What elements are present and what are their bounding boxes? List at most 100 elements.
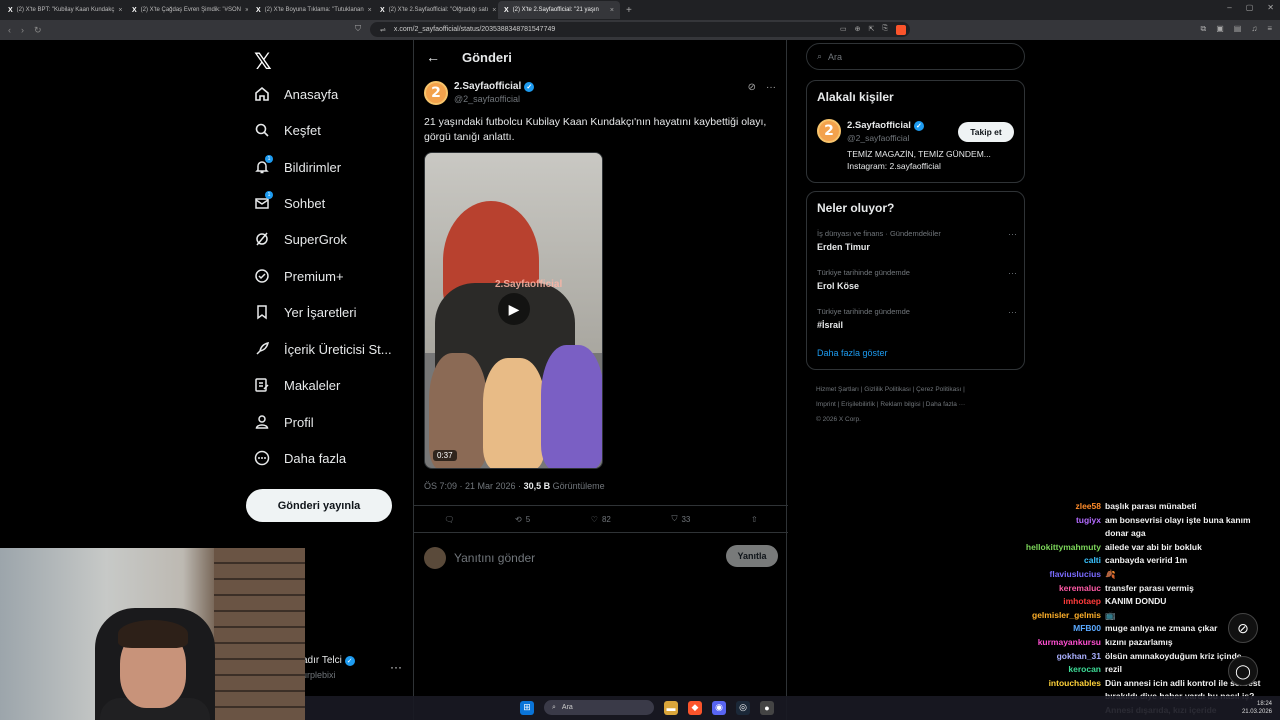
chat-username[interactable]: imhotaep [930, 595, 1105, 609]
person-name[interactable]: 2.Sayfaofficial ✓ [847, 120, 924, 131]
chat-username[interactable]: kurmayankursu [930, 636, 1105, 650]
play-icon[interactable]: ▶ [498, 293, 530, 325]
reply-button[interactable]: Yanıtla [726, 545, 778, 567]
post-video[interactable]: 2.Sayfaofficial ▶ 0:37 [424, 152, 603, 469]
chat-username[interactable]: zlee58 [930, 500, 1105, 514]
messages-fab-icon[interactable]: ◯ [1228, 656, 1258, 686]
forward-nav-icon[interactable]: › [21, 25, 24, 36]
browser-tab-active[interactable]: X (2) X'te 2.Sayfaofficial: "21 yaşın × [498, 1, 620, 19]
bookmark-action[interactable]: ⛉ 33 [671, 514, 690, 524]
sidebar-icon[interactable]: ▣ [1216, 24, 1224, 34]
site-info-icon[interactable]: ⇌ [380, 26, 386, 34]
chat-username[interactable]: kerocan [930, 663, 1105, 677]
nav-item-supergrok[interactable]: SuperGrok [254, 231, 347, 247]
show-more-link[interactable]: Daha fazla göster [817, 348, 888, 358]
close-tab-icon[interactable]: × [492, 7, 496, 14]
browser-tab[interactable]: X (2) X'te Çağdaş Evren Şimdik: "#SON × [126, 1, 248, 19]
post-button[interactable]: Gönderi yayınla [246, 489, 392, 522]
chat-username[interactable]: gelmisler_gelmis [930, 609, 1105, 623]
browser-tab[interactable]: X (2) X'te Boyuna Tıklama: "Tutuklanan × [250, 1, 372, 19]
chat-message: keremaluc transfer parası vermiş [930, 582, 1280, 596]
person-avatar[interactable]: 2 [817, 119, 841, 143]
nav-item-premium[interactable]: Premium+ [254, 268, 344, 284]
close-window-icon[interactable]: ✕ [1267, 3, 1274, 12]
maximize-icon[interactable]: ▢ [1246, 3, 1254, 12]
chat-username[interactable]: calti [930, 554, 1105, 568]
brave-shields-icon[interactable] [896, 25, 906, 35]
taskbar-search[interactable]: ⌕ Ara [544, 700, 654, 715]
more-options-icon[interactable]: ··· [766, 82, 776, 93]
discord-icon[interactable]: ◉ [712, 700, 726, 715]
trend-more-icon[interactable]: ··· [1008, 307, 1017, 317]
nav-item-articles[interactable]: Makaleler [254, 377, 340, 393]
x-logo-icon[interactable]: 𝕏 [254, 50, 272, 75]
chat-username[interactable]: gokhan_31 [930, 650, 1105, 664]
nav-item-explore[interactable]: Keşfet [254, 122, 321, 138]
chat-username[interactable]: hellokittymahmuty [930, 541, 1105, 555]
trend-more-icon[interactable]: ··· [1008, 268, 1017, 278]
chat-username[interactable]: keremaluc [930, 582, 1105, 596]
chat-username[interactable] [930, 527, 1105, 541]
share-icon[interactable]: ⇱ [869, 25, 875, 35]
new-tab-button[interactable]: + [626, 5, 632, 16]
author-avatar[interactable]: 2 [424, 81, 448, 105]
author-handle[interactable]: @2_sayfaofficial [454, 94, 520, 104]
close-tab-icon[interactable]: × [245, 7, 248, 14]
search-input[interactable]: ⌕ Ara [806, 43, 1025, 70]
chat-username[interactable]: tugiyx [930, 514, 1105, 528]
trend-item[interactable]: Türkiye tarihinde gündemde Erol Köse ··· [817, 268, 1017, 291]
nav-item-more[interactable]: Daha fazla [254, 450, 346, 466]
wallet-icon[interactable]: ▤ [1234, 24, 1242, 34]
brave-browser-icon[interactable]: ◆ [688, 700, 702, 715]
windows-start-icon[interactable]: ⊞ [520, 700, 534, 715]
minimize-icon[interactable]: – [1227, 3, 1231, 12]
grok-fab-icon[interactable]: ⊘ [1228, 613, 1258, 643]
chat-message: imhotaep KANIM DONDU [930, 595, 1280, 609]
obs-icon[interactable]: ● [760, 700, 774, 715]
zoom-icon[interactable]: ⊕ [855, 25, 861, 35]
chat-username[interactable]: MFB00 [930, 622, 1105, 636]
back-nav-icon[interactable]: ‹ [8, 25, 11, 36]
author-name[interactable]: 2.Sayfaofficial ✓ [454, 81, 535, 92]
browser-tab[interactable]: X (2) X'te 2.Sayfaofficial: "Olğradığı sa… [374, 1, 496, 19]
reload-icon[interactable]: ↻ [34, 25, 42, 36]
system-clock[interactable]: 18:24 21.03.2026 [1242, 700, 1272, 716]
reply-input[interactable]: Yanıtını gönder [454, 551, 535, 565]
close-tab-icon[interactable]: × [118, 7, 122, 14]
translate-icon[interactable]: ⎘ [882, 25, 888, 35]
bookmark-page-icon[interactable]: ⛉ [355, 24, 361, 34]
mail-icon: 1 [254, 191, 273, 211]
url-field[interactable]: ⇌ x.com/2_sayfaofficial/status/203538834… [370, 22, 910, 37]
account-more-icon[interactable]: ··· [390, 660, 402, 674]
back-arrow-icon[interactable]: ← [426, 49, 440, 65]
trend-item[interactable]: İş dünyası ve finans · Gündemdekiler Erd… [817, 229, 1017, 252]
chat-username[interactable]: flaviuslucius [930, 568, 1105, 582]
nav-item-creator-studio[interactable]: İçerik Üreticisi St... [254, 341, 392, 357]
file-explorer-icon[interactable]: ▬ [664, 700, 678, 715]
like-action[interactable]: ♡ 82 [591, 515, 611, 524]
music-icon[interactable]: ♫ [1251, 24, 1257, 34]
extensions-icon[interactable]: ⧉ [1200, 24, 1206, 34]
reply-action[interactable]: 🗨 [444, 515, 454, 524]
nav-item-bookmarks[interactable]: Yer İşaretleri [254, 304, 357, 320]
trend-item[interactable]: Türkiye tarihinde gündemde #İsrail ··· [817, 307, 1017, 330]
nav-item-profile[interactable]: Profil [254, 414, 314, 430]
close-tab-icon[interactable]: × [368, 7, 372, 14]
grok-explain-icon[interactable]: ⊘ [748, 82, 756, 93]
x-favicon-icon: X [504, 6, 509, 14]
nav-item-chat[interactable]: 1 Sohbet [254, 191, 325, 211]
account-switcher[interactable]: adır Telci ✓ urplebixi [302, 655, 355, 680]
chat-message: flaviuslucius 🍂 [930, 568, 1280, 582]
trend-more-icon[interactable]: ··· [1008, 229, 1017, 239]
browser-tab[interactable]: X (2) X'te BPT: "Kubilay Kaan Kundakç × [2, 1, 124, 19]
nav-item-notifications[interactable]: 1 Bildirimler [254, 155, 341, 175]
menu-icon[interactable]: ≡ [1267, 24, 1272, 34]
nav-item-home[interactable]: Anasayfa [254, 86, 338, 102]
steam-icon[interactable]: ◎ [736, 700, 750, 715]
follow-button[interactable]: Takip et [958, 122, 1014, 142]
share-action[interactable]: ⇧ [751, 515, 758, 524]
footer-links[interactable]: Hizmet Şartları | Gizlilik Politikası | … [816, 382, 1016, 427]
close-tab-icon[interactable]: × [610, 7, 614, 14]
cast-icon[interactable]: ▭ [840, 25, 847, 35]
repost-action[interactable]: ⟲ 5 [515, 515, 530, 524]
